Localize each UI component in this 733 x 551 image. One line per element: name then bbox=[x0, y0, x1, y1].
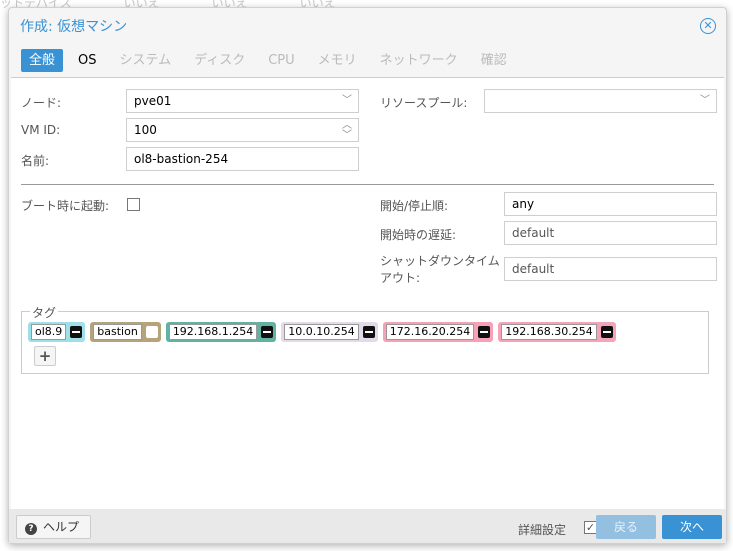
delay-label: 開始時の遅延: bbox=[380, 228, 457, 242]
order-label: 開始/停止順: bbox=[380, 199, 449, 213]
remove-tag-icon[interactable] bbox=[145, 326, 158, 338]
pool-select[interactable]: ﹀ bbox=[484, 89, 717, 113]
tab-cpu: CPU bbox=[268, 53, 295, 68]
tag-list: ol8.9 bastion 192.168.1.254 10.0.10.254 … bbox=[28, 322, 621, 342]
tag-input[interactable]: bastion bbox=[93, 324, 142, 340]
tab-confirm: 確認 bbox=[480, 53, 507, 68]
chevron-down-icon: ﹀ bbox=[700, 95, 710, 106]
remove-tag-icon[interactable] bbox=[478, 326, 491, 338]
tags-legend: タグ bbox=[30, 304, 59, 321]
tag-chip: 10.0.10.254 bbox=[281, 322, 378, 342]
back-button[interactable]: 戻る bbox=[596, 515, 656, 539]
close-icon[interactable]: ✕ bbox=[700, 18, 716, 34]
vmid-label: VM ID: bbox=[21, 123, 61, 137]
tag-input[interactable]: 10.0.10.254 bbox=[284, 324, 359, 340]
help-icon: ? bbox=[25, 523, 37, 535]
add-tag-button[interactable]: + bbox=[34, 346, 56, 366]
wizard-tabs: 全般 OS システム ディスク CPU メモリ ネットワーク 確認 bbox=[21, 49, 522, 72]
shutdown-input[interactable]: default bbox=[504, 257, 717, 281]
advanced-label: 詳細設定 bbox=[518, 523, 567, 537]
tag-input[interactable]: ol8.9 bbox=[31, 324, 67, 340]
divider bbox=[21, 184, 714, 185]
tag-chip: 172.16.20.254 bbox=[382, 322, 494, 342]
tab-disk: ディスク bbox=[194, 53, 246, 68]
shutdown-label: シャットダウンタイムアウト: bbox=[380, 254, 500, 285]
remove-tag-icon[interactable] bbox=[261, 326, 274, 338]
onboot-checkbox[interactable] bbox=[127, 198, 140, 211]
next-button[interactable]: 次へ bbox=[662, 515, 722, 539]
name-input[interactable]: ol8-bastion-254 bbox=[126, 147, 359, 171]
node-label: ノード: bbox=[21, 96, 62, 110]
name-label: 名前: bbox=[21, 154, 50, 168]
tag-input[interactable]: 192.168.1.254 bbox=[168, 324, 258, 340]
node-select[interactable]: pve01 ﹀ bbox=[126, 89, 359, 113]
order-input[interactable]: any bbox=[504, 192, 717, 216]
tab-network: ネットワーク bbox=[379, 53, 458, 68]
tag-input[interactable]: 172.16.20.254 bbox=[385, 324, 475, 340]
remove-tag-icon[interactable] bbox=[600, 326, 613, 338]
tag-chip: ol8.9 bbox=[28, 322, 86, 342]
tag-chip: 192.168.30.254 bbox=[498, 322, 616, 342]
tag-chip: bastion bbox=[90, 322, 161, 342]
pool-label: リソースプール: bbox=[380, 96, 468, 110]
tags-fieldset: タグ ol8.9 bastion 192.168.1.254 10.0.10.2… bbox=[21, 304, 709, 374]
delay-input[interactable]: default bbox=[504, 221, 717, 245]
tab-system: システム bbox=[119, 53, 172, 68]
vmid-spinner[interactable]: 100 ︿ ﹀ bbox=[126, 118, 359, 142]
tab-general[interactable]: 全般 bbox=[21, 49, 64, 72]
tag-chip: 192.168.1.254 bbox=[165, 322, 277, 342]
help-button[interactable]: ? ヘルプ bbox=[16, 515, 91, 539]
remove-tag-icon[interactable] bbox=[362, 326, 375, 338]
onboot-label: ブート時に起動: bbox=[21, 199, 110, 213]
chevron-down-icon: ﹀ bbox=[342, 95, 352, 106]
tab-os[interactable]: OS bbox=[70, 49, 104, 72]
tab-memory: メモリ bbox=[317, 53, 357, 68]
spinner-icon[interactable]: ︿ ﹀ bbox=[342, 121, 352, 141]
tag-input[interactable]: 192.168.30.254 bbox=[501, 324, 597, 340]
dialog-title: 作成: 仮想マシン bbox=[20, 19, 128, 35]
remove-tag-icon[interactable] bbox=[70, 326, 83, 338]
form-panel: ノード: pve01 ﹀ VM ID: 100 ︿ ﹀ 名前: ol8-bastion… bbox=[11, 77, 724, 509]
create-vm-dialog: 作成: 仮想マシン ✕ 全般 OS システム ディスク CPU メモリ ネットワ… bbox=[8, 7, 727, 544]
